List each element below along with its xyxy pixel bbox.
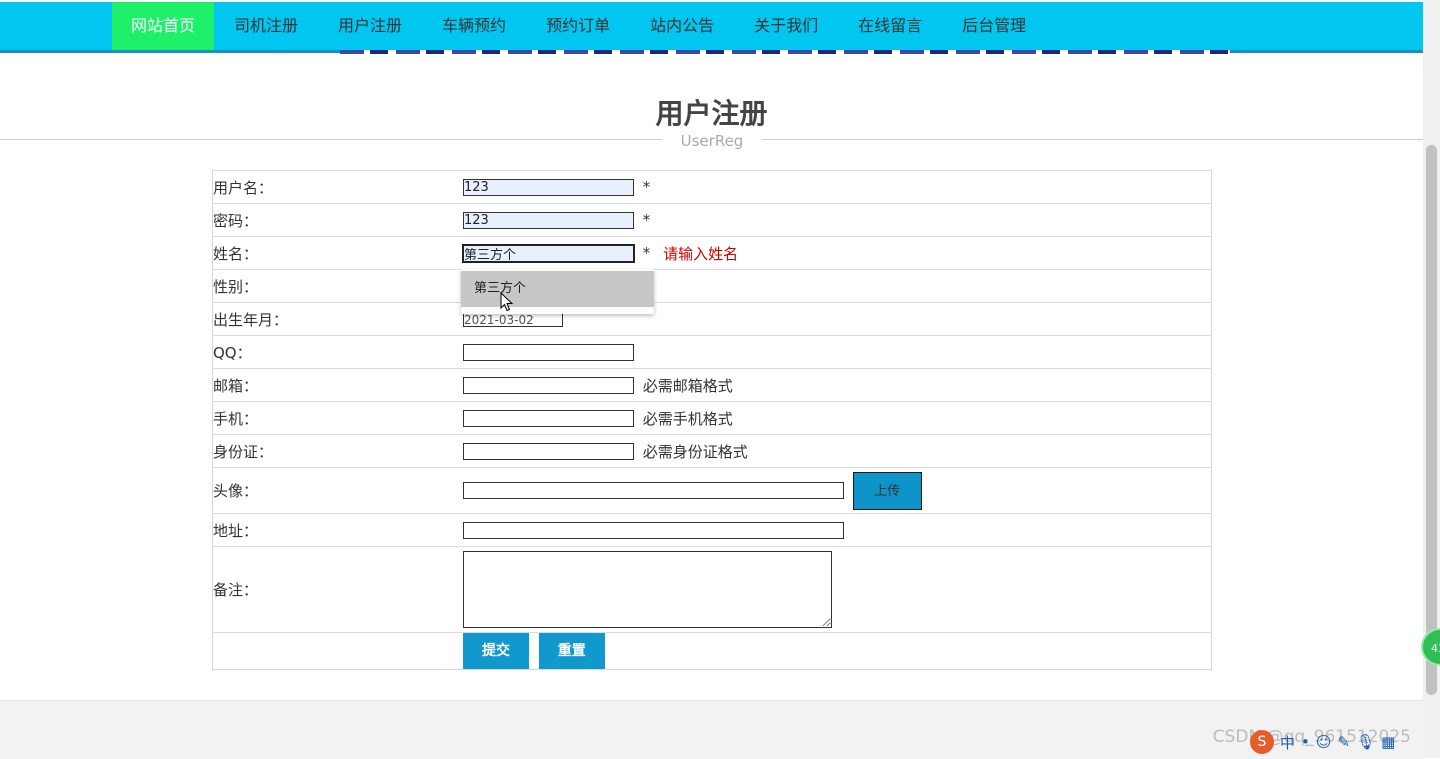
form-row-email: 邮箱： 必需邮箱格式 [212, 368, 1212, 402]
page-footer: CSDN @qq_961512025 [0, 700, 1423, 759]
form-row-remark: 备注： [212, 546, 1212, 633]
scrollbar-thumb[interactable] [1426, 145, 1437, 695]
form-row-name: 姓名： * 请输入姓名 [212, 236, 1212, 270]
actions-spacer [212, 632, 463, 670]
form-row-phone: 手机： 必需手机格式 [212, 401, 1212, 435]
qq-input[interactable] [463, 344, 634, 361]
submit-button[interactable]: 提交 [463, 633, 529, 669]
username-input[interactable] [463, 178, 634, 196]
form-row-idcard: 身份证： 必需身份证格式 [212, 434, 1212, 468]
reset-button[interactable]: 重置 [538, 633, 605, 669]
address-input[interactable] [463, 522, 844, 539]
nav-item-user-register[interactable]: 用户注册 [318, 2, 422, 50]
autocomplete-option[interactable]: 第三方个 [461, 271, 654, 307]
form-row-password: 密码： * [212, 203, 1212, 237]
name-label: 姓名： [212, 236, 463, 270]
autocomplete-dropdown: 第三方个 [461, 269, 654, 314]
top-navbar: 网站首页 司机注册 用户注册 车辆预约 预约订单 站内公告 关于我们 在线留言 … [0, 2, 1423, 53]
nav-item-announcements[interactable]: 站内公告 [630, 2, 734, 50]
avatar-label: 头像： [212, 467, 463, 514]
page-title: 用户注册 [655, 97, 768, 130]
nav-menu: 网站首页 司机注册 用户注册 车辆预约 预约订单 站内公告 关于我们 在线留言 … [112, 2, 1046, 50]
nav-item-messages[interactable]: 在线留言 [838, 2, 942, 50]
birth-label: 出生年月： [212, 302, 463, 336]
form-row-birth: 出生年月： [212, 302, 1212, 336]
idcard-input[interactable] [463, 442, 634, 460]
nav-item-booking-orders[interactable]: 预约订单 [526, 2, 630, 50]
name-input[interactable] [462, 243, 635, 263]
ime-voice-icon[interactable]: 🎙 [1356, 733, 1375, 751]
ime-grid-icon[interactable]: ▦ [1381, 733, 1395, 751]
nav-item-about-us[interactable]: 关于我们 [734, 2, 838, 50]
email-label: 邮箱： [212, 368, 463, 402]
birth-date-input[interactable] [463, 312, 563, 327]
email-input[interactable] [463, 376, 634, 394]
upload-button[interactable]: 上传 [852, 471, 922, 510]
ime-keyboard-icon[interactable]: ✎ [1338, 733, 1351, 751]
ime-toolbar: S 中 • ☺ ✎ 🎙 ▦ [1250, 730, 1395, 754]
nav-item-admin[interactable]: 后台管理 [942, 2, 1046, 50]
phone-label: 手机： [212, 401, 463, 435]
ime-punctuation-icon[interactable]: • [1301, 733, 1310, 751]
form-row-qq: QQ： [212, 335, 1212, 369]
nav-item-home[interactable]: 网站首页 [112, 2, 215, 50]
remark-label: 备注： [212, 546, 463, 633]
avatar-path-input[interactable] [463, 482, 844, 499]
page: 网站首页 司机注册 用户注册 车辆预约 预约订单 站内公告 关于我们 在线留言 … [0, 0, 1423, 759]
remark-textarea[interactable] [463, 551, 832, 628]
idcard-hint: 必需身份证格式 [642, 442, 748, 461]
page-subtitle: UserReg [662, 131, 762, 151]
idcard-label: 身份证： [212, 434, 463, 468]
phone-hint: 必需手机格式 [642, 409, 733, 428]
address-label: 地址： [212, 513, 463, 547]
sogou-ime-logo-icon[interactable]: S [1250, 730, 1274, 754]
ime-emoji-icon[interactable]: ☺ [1316, 733, 1332, 751]
name-error-message: 请输入姓名 [663, 244, 739, 263]
form-row-username: 用户名： * [212, 170, 1212, 204]
qq-label: QQ： [212, 335, 463, 369]
gender-label: 性别： [212, 269, 463, 303]
name-required-mark: * [642, 244, 651, 262]
mouse-cursor-icon [500, 292, 514, 312]
password-required-mark: * [642, 211, 651, 230]
form-row-actions: 提交 重置 [212, 632, 1212, 670]
register-form-table: 用户名： * 密码： * 姓名： * 请输入姓名 性别： [212, 170, 1212, 670]
nav-item-driver-register[interactable]: 司机注册 [214, 2, 318, 50]
form-row-avatar: 头像： 上传 [212, 467, 1212, 514]
form-row-gender: 性别： [212, 269, 1212, 303]
username-required-mark: * [642, 178, 651, 197]
password-input[interactable] [463, 211, 634, 229]
banner-image-strip [340, 50, 1230, 54]
phone-input[interactable] [463, 409, 634, 427]
form-row-address: 地址： [212, 513, 1212, 547]
nav-item-vehicle-booking[interactable]: 车辆预约 [422, 2, 526, 50]
username-label: 用户名： [212, 170, 463, 204]
email-hint: 必需邮箱格式 [642, 376, 733, 395]
ime-language-toggle[interactable]: 中 [1280, 732, 1295, 753]
password-label: 密码： [212, 203, 463, 237]
